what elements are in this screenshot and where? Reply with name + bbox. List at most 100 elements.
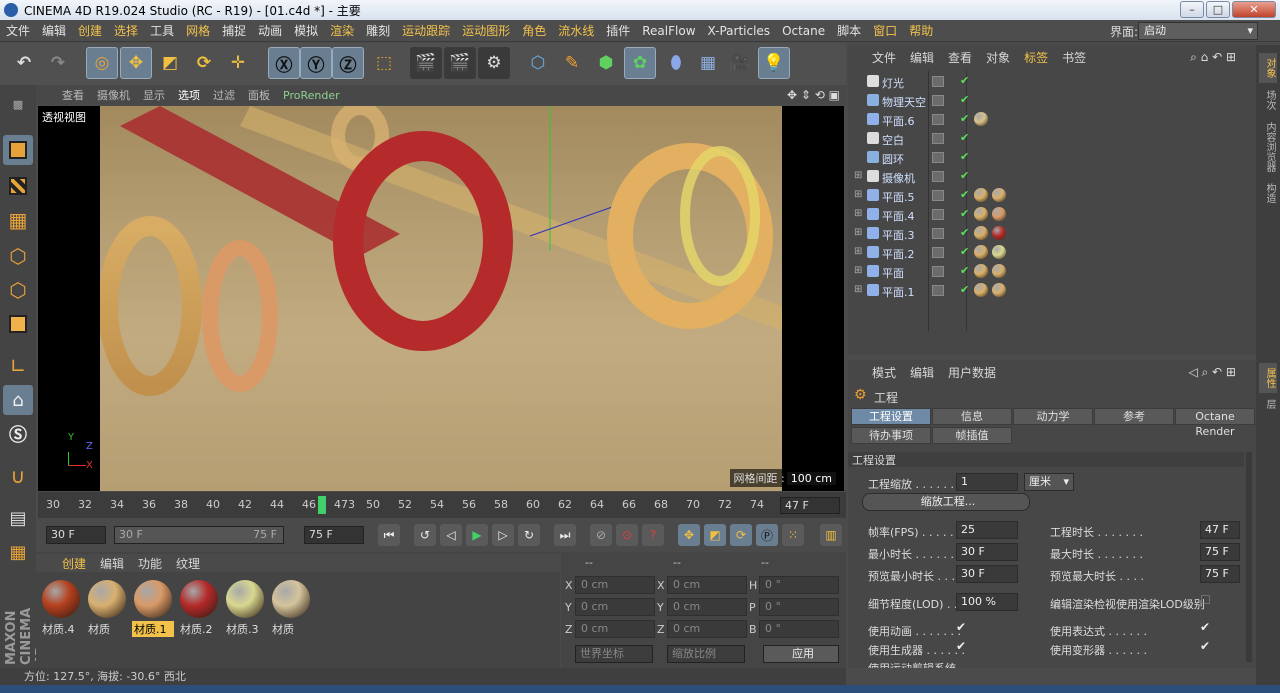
obj-menu-view[interactable]: 查看 [948,49,972,66]
layer-box[interactable] [932,152,944,163]
make-editable-icon[interactable]: ▩ [3,89,33,119]
layer-box[interactable] [932,133,944,144]
object-row[interactable]: ⊞ 平面.1 ✔ [854,281,1254,300]
points-mode-icon[interactable]: ⬡ [3,241,33,271]
next-frame-icon[interactable]: ▷ [492,524,514,546]
texture-mode-icon[interactable] [3,171,33,201]
enabled-check-icon[interactable]: ✔ [960,245,969,258]
material-swatch[interactable]: 材质.4 [40,578,82,636]
rotate-tool-icon[interactable]: ⟳ [188,47,220,79]
obj-menu-edit[interactable]: 编辑 [910,49,934,66]
layer-box[interactable] [932,209,944,220]
coordinate-system-icon[interactable]: ⬚ [368,47,400,79]
subdivision-icon[interactable]: ⬢ [590,47,622,79]
object-row[interactable]: ⊞ 平面.4 ✔ [854,205,1254,224]
coord-field[interactable]: 0 cm [575,598,655,616]
lock-workplane-icon[interactable]: ▤ [3,503,33,533]
material-tag-icon[interactable] [974,283,988,297]
menu-plugins[interactable]: 插件 [600,22,636,39]
floor-icon[interactable]: ▦ [692,47,724,79]
viewport-menu-display[interactable]: 显示 [143,87,165,103]
preview-min-field[interactable]: 30 F [956,565,1018,583]
object-row[interactable]: 物理天空 ✔ [854,91,1254,110]
layer-box[interactable] [932,285,944,296]
menu-xparticles[interactable]: X-Particles [702,24,777,38]
object-row[interactable]: ⊞ 平面 ✔ [854,262,1254,281]
object-name[interactable]: 平面.4 [882,208,915,224]
material-tag-icon[interactable] [992,264,1006,278]
viewport-navigation-icons[interactable]: ✥ ⇕ ⟲ ▣ [787,88,840,102]
render-lod-checkbox[interactable]: ☐ [1200,593,1211,607]
key-parameter-icon[interactable]: Ⓟ [756,524,778,546]
obj-menu-tags[interactable]: 标签 [1024,49,1048,66]
layer-box[interactable] [932,228,944,239]
menu-select[interactable]: 选择 [108,22,144,39]
material-swatch[interactable]: 材质.1 [132,578,174,637]
object-name[interactable]: 摄像机 [882,170,915,186]
obj-search-icon[interactable]: ⌕ ⌂ ↶ ⊞ [1190,50,1236,65]
enabled-check-icon[interactable]: ✔ [960,188,969,201]
material-tag-icon[interactable] [974,264,988,278]
tab-octane-render[interactable]: Octane Render [1175,408,1255,438]
scale-tool-icon[interactable]: ◩ [154,47,186,79]
redo-icon[interactable]: ↷ [42,47,74,79]
timeline-ruler[interactable]: 30 32 34 36 38 40 42 44 46 473 50 52 54 56 58 60 62 64 66 6… [38,492,846,518]
obj-menu-file[interactable]: 文件 [872,49,896,66]
tab-key-interpolation[interactable]: 帧插值 [932,427,1012,444]
strip-tab-content-browser[interactable]: 内容浏览器 [1259,119,1277,175]
enabled-check-icon[interactable]: ✔ [960,207,969,220]
obj-menu-objects[interactable]: 对象 [986,49,1010,66]
key-position-icon[interactable]: ✥ [678,524,700,546]
material-menu-texture[interactable]: 纹理 [176,555,200,572]
viewport-menu-filter[interactable]: 过滤 [213,87,235,103]
layer-box[interactable] [932,247,944,258]
object-name[interactable]: 平面.3 [882,227,915,243]
minimize-button[interactable]: – [1180,1,1204,18]
scale-mode-select[interactable]: 缩放比例 [667,645,745,663]
strip-tab-structure[interactable]: 构造 [1259,179,1277,207]
material-swatch[interactable]: 材质 [270,578,312,636]
tweak-mode-icon[interactable]: ⌂ [3,385,33,415]
layer-box[interactable] [932,114,944,125]
attr-menu-mode[interactable]: 模式 [872,364,896,381]
object-name[interactable]: 灯光 [882,75,904,91]
use-generators-checkbox[interactable]: ✔ [956,639,966,653]
pen-spline-icon[interactable]: ✎ [556,47,588,79]
object-row[interactable]: 灯光 ✔ [854,72,1254,91]
coord-field[interactable]: 0 cm [575,620,655,638]
object-row[interactable]: ⊞ 平面.2 ✔ [854,243,1254,262]
use-animation-checkbox[interactable]: ✔ [956,620,966,634]
recent-tool-icon[interactable]: ✛ [222,47,254,79]
material-swatch[interactable]: 材质 [86,578,128,636]
object-row[interactable]: 平面.6 ✔ [854,110,1254,129]
menu-create[interactable]: 创建 [72,22,108,39]
z-axis-lock-icon[interactable]: Ⓩ [332,47,364,79]
object-name[interactable]: 平面.1 [882,284,915,300]
enabled-check-icon[interactable]: ✔ [960,283,969,296]
viewport-menu-prorender[interactable]: ProRender [283,89,340,102]
polygons-mode-icon[interactable] [3,309,33,339]
enabled-check-icon[interactable]: ✔ [960,169,969,182]
key-pla-icon[interactable]: ⁙ [782,524,804,546]
play-icon[interactable]: ▶ [466,524,488,546]
menu-snap[interactable]: 捕捉 [216,22,252,39]
object-name[interactable]: 平面 [882,265,904,281]
undo-icon[interactable]: ↶ [8,47,40,79]
object-name[interactable]: 物理天空 [882,94,926,110]
material-menu-function[interactable]: 功能 [138,555,162,572]
deformer-icon[interactable]: ⬮ [660,47,692,79]
max-time-field[interactable]: 75 F [1200,543,1240,561]
menu-realflow[interactable]: RealFlow [636,24,701,38]
timeline-end-frame[interactable]: 47 F [780,497,840,514]
material-menu-create[interactable]: 创建 [62,555,86,572]
end-frame-field[interactable]: 75 F [304,526,364,544]
snap-icon[interactable]: Ⓢ [3,419,33,449]
project-scale-field[interactable]: 1 [956,473,1018,491]
object-row[interactable]: ⊞ 摄像机 ✔ [854,167,1254,186]
object-row[interactable]: 空白 ✔ [854,129,1254,148]
x-axis-lock-icon[interactable]: Ⓧ [268,47,300,79]
coord-field[interactable]: 0 ° [759,620,839,638]
menu-file[interactable]: 文件 [0,22,36,39]
scale-project-button[interactable]: 缩放工程... [862,493,1030,511]
previous-frame-icon[interactable]: ◁ [440,524,462,546]
